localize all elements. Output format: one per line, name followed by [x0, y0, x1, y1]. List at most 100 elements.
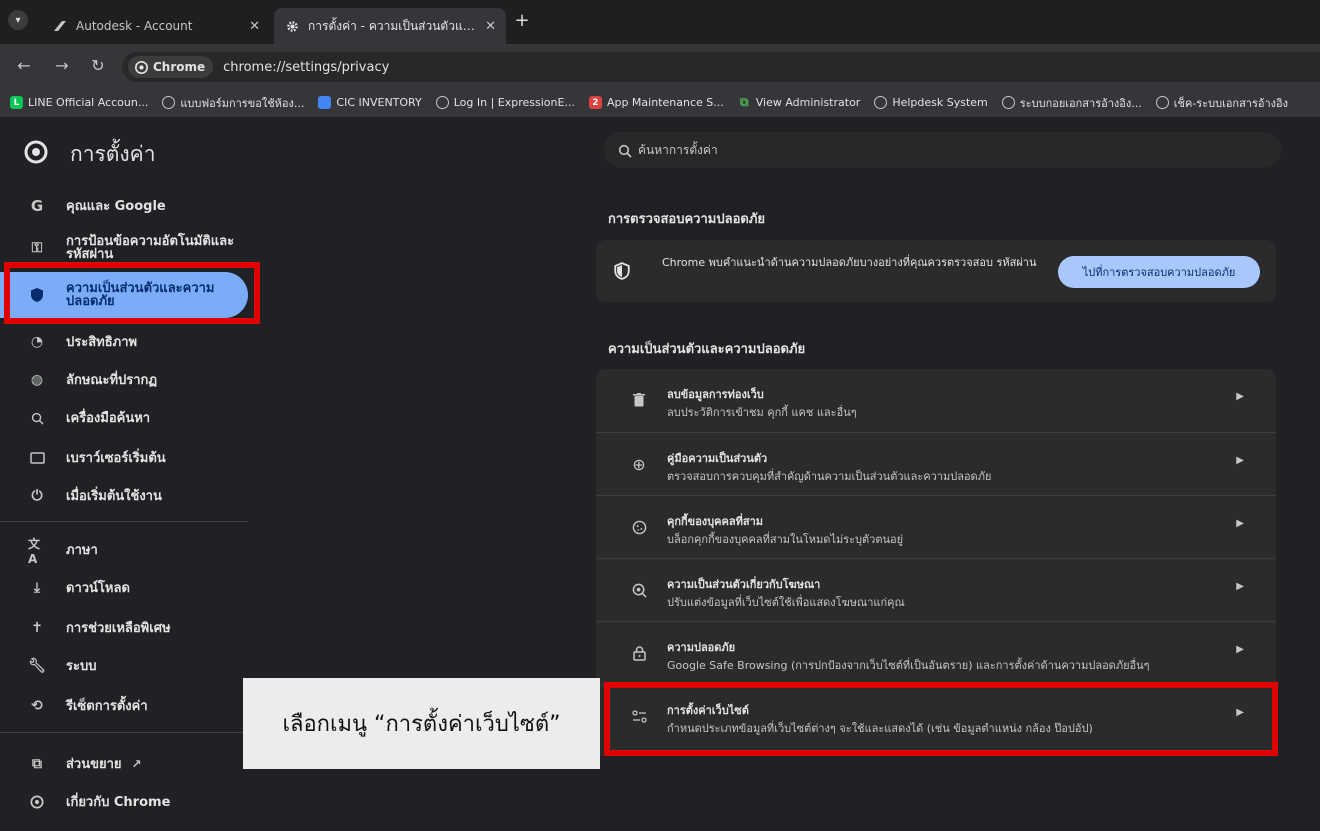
lock-icon	[630, 644, 648, 662]
safety-check-section-title: การตรวจสอบความปลอดภัย	[608, 212, 766, 227]
sidebar-item-reset[interactable]: ⟲ รีเซ็ตการตั้งค่า	[0, 692, 248, 720]
row-third-party-cookies[interactable]: คุกกี้ของบุคคลที่สาม บล็อกคุกกี้ของบุคคล…	[596, 495, 1276, 558]
bookmark-item[interactable]: Helpdesk System	[874, 96, 988, 109]
go-to-safety-check-button[interactable]: ไปที่การตรวจสอบความปลอดภัย	[1058, 256, 1260, 288]
sidebar-item-accessibility[interactable]: ✝ การช่วยเหลือพิเศษ	[0, 614, 248, 642]
bookmark-item[interactable]: CIC INVENTORY	[318, 96, 422, 109]
site-chip-label: Chrome	[153, 60, 206, 74]
sidebar-item-system[interactable]: 🔧︎ ระบบ	[0, 652, 248, 680]
sidebar-item-downloads[interactable]: ⤓ ดาวน์โหลด	[0, 574, 248, 602]
chrome-icon	[28, 793, 46, 811]
toolbar: ← → ↻ Chrome chrome://settings/privacy	[0, 44, 1320, 88]
safety-check-message: Chrome พบคำแนะนำด้านความปลอดภัยบางอย่างท…	[662, 256, 1037, 269]
download-icon: ⤓	[33, 580, 41, 596]
privacy-section-title: ความเป็นส่วนตัวและความปลอดภัย	[608, 342, 806, 357]
safety-check-card: Chrome พบคำแนะนำด้านความปลอดภัยบางอย่างท…	[596, 240, 1276, 302]
wrench-icon: 🔧︎	[28, 658, 46, 674]
bookmark-item[interactable]: 2 App Maintenance S...	[588, 96, 724, 109]
row-privacy-guide[interactable]: ⊕ คู่มือความเป็นส่วนตัว ตรวจสอบการควบคุม…	[596, 432, 1276, 495]
sidebar-divider	[0, 521, 248, 522]
sidebar-item-default-browser[interactable]: เบราว์เซอร์เริ่มต้น	[0, 444, 248, 472]
palette-icon: ◍	[30, 372, 44, 388]
browser-window: ▾ Autodesk - Account ✕ การตั้งค่า - ความ…	[0, 0, 1320, 831]
new-tab-button[interactable]: +	[512, 12, 532, 32]
address-bar[interactable]: Chrome chrome://settings/privacy	[122, 52, 1320, 82]
tab-strip: ▾ Autodesk - Account ✕ การตั้งค่า - ความ…	[0, 0, 1320, 44]
globe-icon	[1001, 96, 1015, 109]
doc-icon	[318, 96, 332, 109]
bookmark-item[interactable]: ⧉ View Administrator	[738, 95, 860, 109]
globe-icon	[162, 96, 176, 109]
accessibility-icon: ✝	[31, 620, 43, 636]
sidebar-item-on-startup[interactable]: ⏻ เมื่อเริ่มต้นใช้งาน	[0, 482, 248, 510]
tab-title: การตั้งค่า - ความเป็นส่วนตัวและความ	[308, 18, 479, 33]
bookmark-item[interactable]: L LINE Official Accoun...	[10, 96, 148, 109]
tab-title: Autodesk - Account	[76, 19, 193, 33]
admin-icon: ⧉	[739, 95, 749, 109]
sidebar-item-languages[interactable]: 文A ภาษา	[0, 536, 248, 566]
instruction-callout: เลือกเมนู “การตั้งค่าเว็บไซต์”	[243, 678, 600, 769]
sidebar-item-search-engine[interactable]: เครื่องมือค้นหา	[0, 404, 248, 432]
chrome-settings-logo-icon	[24, 140, 48, 164]
google-g-icon: G	[30, 197, 44, 215]
chevron-right-icon: ▶	[1236, 644, 1244, 655]
back-icon[interactable]: ←	[14, 56, 34, 76]
tab-settings[interactable]: การตั้งค่า - ความเป็นส่วนตัวและความ ✕	[274, 8, 506, 44]
trash-icon	[630, 391, 648, 409]
open-in-new-icon: ↗	[131, 756, 142, 771]
power-icon: ⏻	[31, 488, 43, 504]
site-settings-highlight-box	[604, 682, 1278, 756]
gear-icon	[284, 18, 300, 34]
close-icon[interactable]: ✕	[249, 19, 260, 34]
row-clear-browsing-data[interactable]: ลบข้อมูลการท่องเว็บ ลบประวัติการเข้าชม ค…	[596, 369, 1276, 432]
sidebar-item-autofill[interactable]: ⚿ การป้อนข้อความอัตโนมัติและรหัสผ่าน	[0, 230, 248, 266]
row-security[interactable]: ความปลอดภัย Google Safe Browsing (การปกป…	[596, 621, 1276, 684]
bookmarks-bar: L LINE Official Accoun... แบบฟอร์มการขอใช…	[0, 88, 1320, 118]
search-placeholder: ค้นหาการตั้งค่า	[638, 142, 718, 157]
globe-icon	[874, 96, 888, 109]
sidebar-item-you-and-google[interactable]: G คุณและ Google	[0, 192, 248, 220]
page-title: การตั้งค่า	[70, 142, 156, 166]
tab-search-button[interactable]: ▾	[8, 10, 28, 30]
url-text[interactable]: chrome://settings/privacy	[223, 60, 389, 75]
chrome-icon	[134, 60, 148, 74]
bookmark-item[interactable]: แบบฟอร์มการขอใช้ห้อง...	[162, 94, 304, 112]
reload-icon[interactable]: ↻	[88, 56, 108, 76]
extension-icon: ⧉	[32, 756, 42, 772]
key-icon: ⚿	[31, 240, 43, 256]
speedometer-icon: ◔	[30, 334, 44, 350]
sidebar-item-about-chrome[interactable]: เกี่ยวกับ Chrome	[0, 788, 248, 816]
sidebar-item-appearance[interactable]: ◍ ลักษณะที่ปรากฏ	[0, 366, 248, 394]
globe-icon	[1155, 96, 1169, 109]
sidebar-item-extensions[interactable]: ⧉ ส่วนขยาย ↗	[0, 750, 248, 778]
privacy-guide-icon: ⊕	[632, 454, 646, 474]
reset-icon: ⟲	[31, 698, 43, 714]
settings-search-input[interactable]: ค้นหาการตั้งค่า	[604, 132, 1281, 168]
bookmark-item[interactable]: เช็ค-ระบบเอกสารอ้างอิง	[1155, 94, 1288, 112]
privacy-highlight-box	[4, 262, 260, 324]
app-icon: 2	[588, 96, 602, 109]
row-ad-privacy[interactable]: ความเป็นส่วนตัวเกี่ยวกับโฆษณา ปรับแต่งข้…	[596, 558, 1276, 621]
chevron-right-icon: ▶	[1236, 391, 1244, 402]
tab-autodesk[interactable]: Autodesk - Account ✕	[42, 8, 270, 44]
search-icon	[618, 143, 632, 158]
bookmark-item[interactable]: ระบบกอยเอกสารอ้างอิง...	[1001, 94, 1142, 112]
search-icon	[28, 409, 46, 427]
chevron-right-icon: ▶	[1236, 518, 1244, 529]
site-chip[interactable]: Chrome	[128, 56, 214, 78]
close-icon[interactable]: ✕	[485, 19, 496, 34]
globe-icon	[435, 96, 449, 109]
line-icon: L	[10, 96, 23, 109]
shield-check-icon	[614, 262, 632, 280]
browser-icon	[28, 449, 46, 467]
sidebar-item-performance[interactable]: ◔ ประสิทธิภาพ	[0, 328, 248, 356]
translate-icon: 文A	[28, 536, 41, 566]
forward-icon[interactable]: →	[52, 56, 72, 76]
ad-privacy-icon	[630, 581, 648, 599]
autodesk-icon	[52, 18, 68, 34]
bookmark-item[interactable]: Log In | ExpressionE...	[435, 96, 575, 109]
chevron-right-icon: ▶	[1236, 455, 1244, 466]
sidebar-divider	[0, 732, 248, 733]
cookie-icon	[630, 518, 648, 536]
chevron-right-icon: ▶	[1236, 581, 1244, 592]
